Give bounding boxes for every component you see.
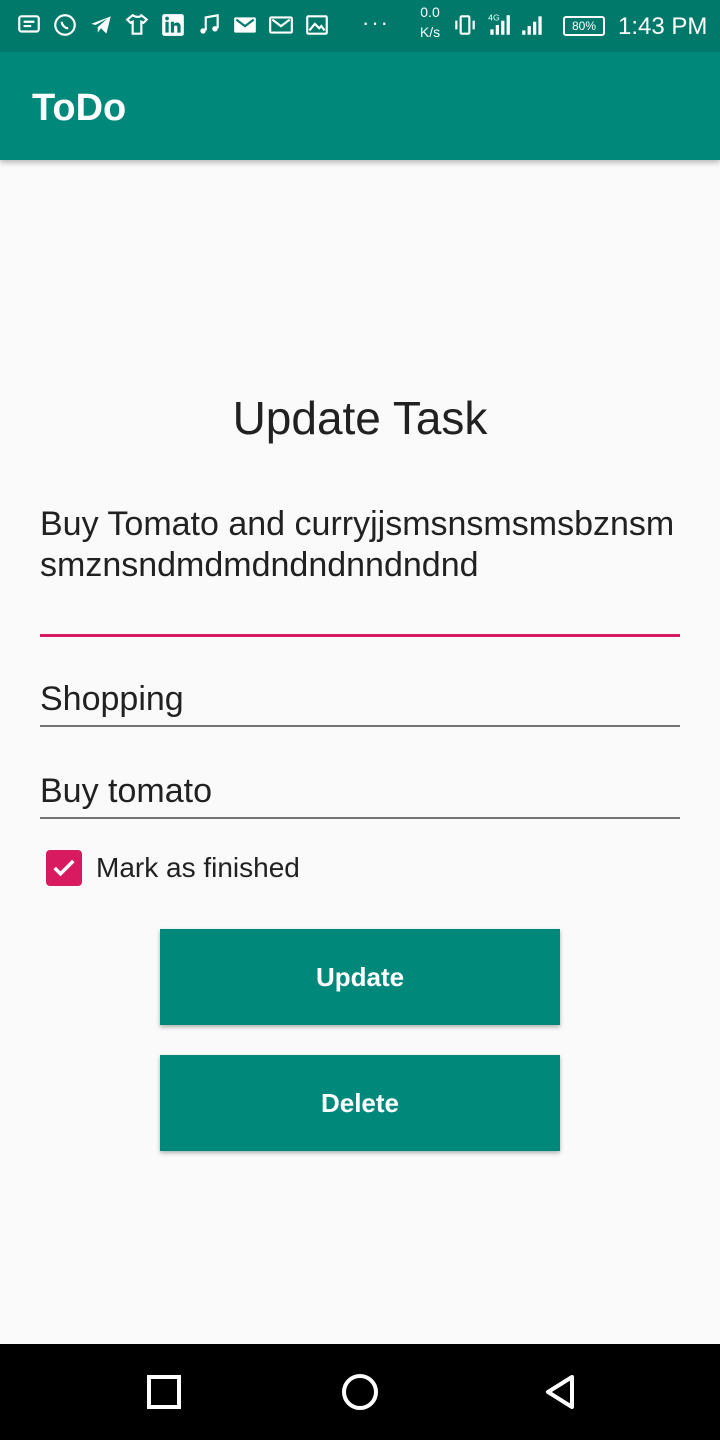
system-icons: 4G bbox=[452, 12, 546, 38]
music-icon bbox=[200, 13, 219, 34]
signal-4g-icon: 4G bbox=[488, 13, 510, 35]
notification-icons bbox=[16, 12, 330, 38]
title-field[interactable] bbox=[40, 770, 680, 812]
status-bar: ··· 0.0 K/s 4G 80% 1:43 PM bbox=[0, 0, 720, 52]
navigation-bar bbox=[0, 1344, 720, 1440]
delete-button[interactable]: Delete bbox=[160, 1055, 560, 1151]
message-icon bbox=[18, 15, 40, 33]
home-icon[interactable] bbox=[340, 1372, 380, 1412]
svg-text:4G: 4G bbox=[488, 13, 500, 23]
network-speed-unit: K/s bbox=[419, 24, 441, 40]
check-icon bbox=[53, 859, 75, 877]
telegram-icon bbox=[91, 16, 111, 34]
category-field[interactable] bbox=[40, 678, 680, 720]
gmail-icon bbox=[269, 16, 293, 34]
signal-icon bbox=[522, 16, 542, 35]
tshirt-icon bbox=[125, 13, 149, 35]
gmail-icon bbox=[234, 17, 256, 33]
mark-finished-checkbox[interactable] bbox=[46, 850, 82, 886]
more-notifications-indicator: ··· bbox=[362, 10, 390, 35]
app-bar: ToDo bbox=[0, 52, 720, 160]
clock: 1:43 PM bbox=[618, 13, 708, 40]
battery-icon: 80% bbox=[563, 16, 605, 36]
recent-apps-icon[interactable] bbox=[144, 1372, 184, 1412]
whatsapp-icon bbox=[54, 14, 76, 36]
page-title: Update Task bbox=[232, 392, 488, 444]
back-icon[interactable] bbox=[540, 1372, 580, 1412]
description-field-underline bbox=[40, 634, 680, 637]
description-field[interactable]: Buy Tomato and curryjjsmsnsmsmsbznsmsmzn… bbox=[40, 504, 680, 630]
vibrate-icon bbox=[455, 15, 475, 35]
app-title: ToDo bbox=[32, 87, 127, 129]
update-button[interactable]: Update bbox=[160, 929, 560, 1025]
linkedin-icon bbox=[162, 14, 184, 36]
image-icon bbox=[306, 15, 328, 35]
mark-finished-label[interactable]: Mark as finished bbox=[96, 851, 300, 885]
category-field-underline bbox=[40, 725, 680, 727]
network-speed-value: 0.0 bbox=[420, 4, 440, 20]
network-speed: 0.0 K/s bbox=[414, 2, 446, 42]
title-field-underline bbox=[40, 817, 680, 819]
